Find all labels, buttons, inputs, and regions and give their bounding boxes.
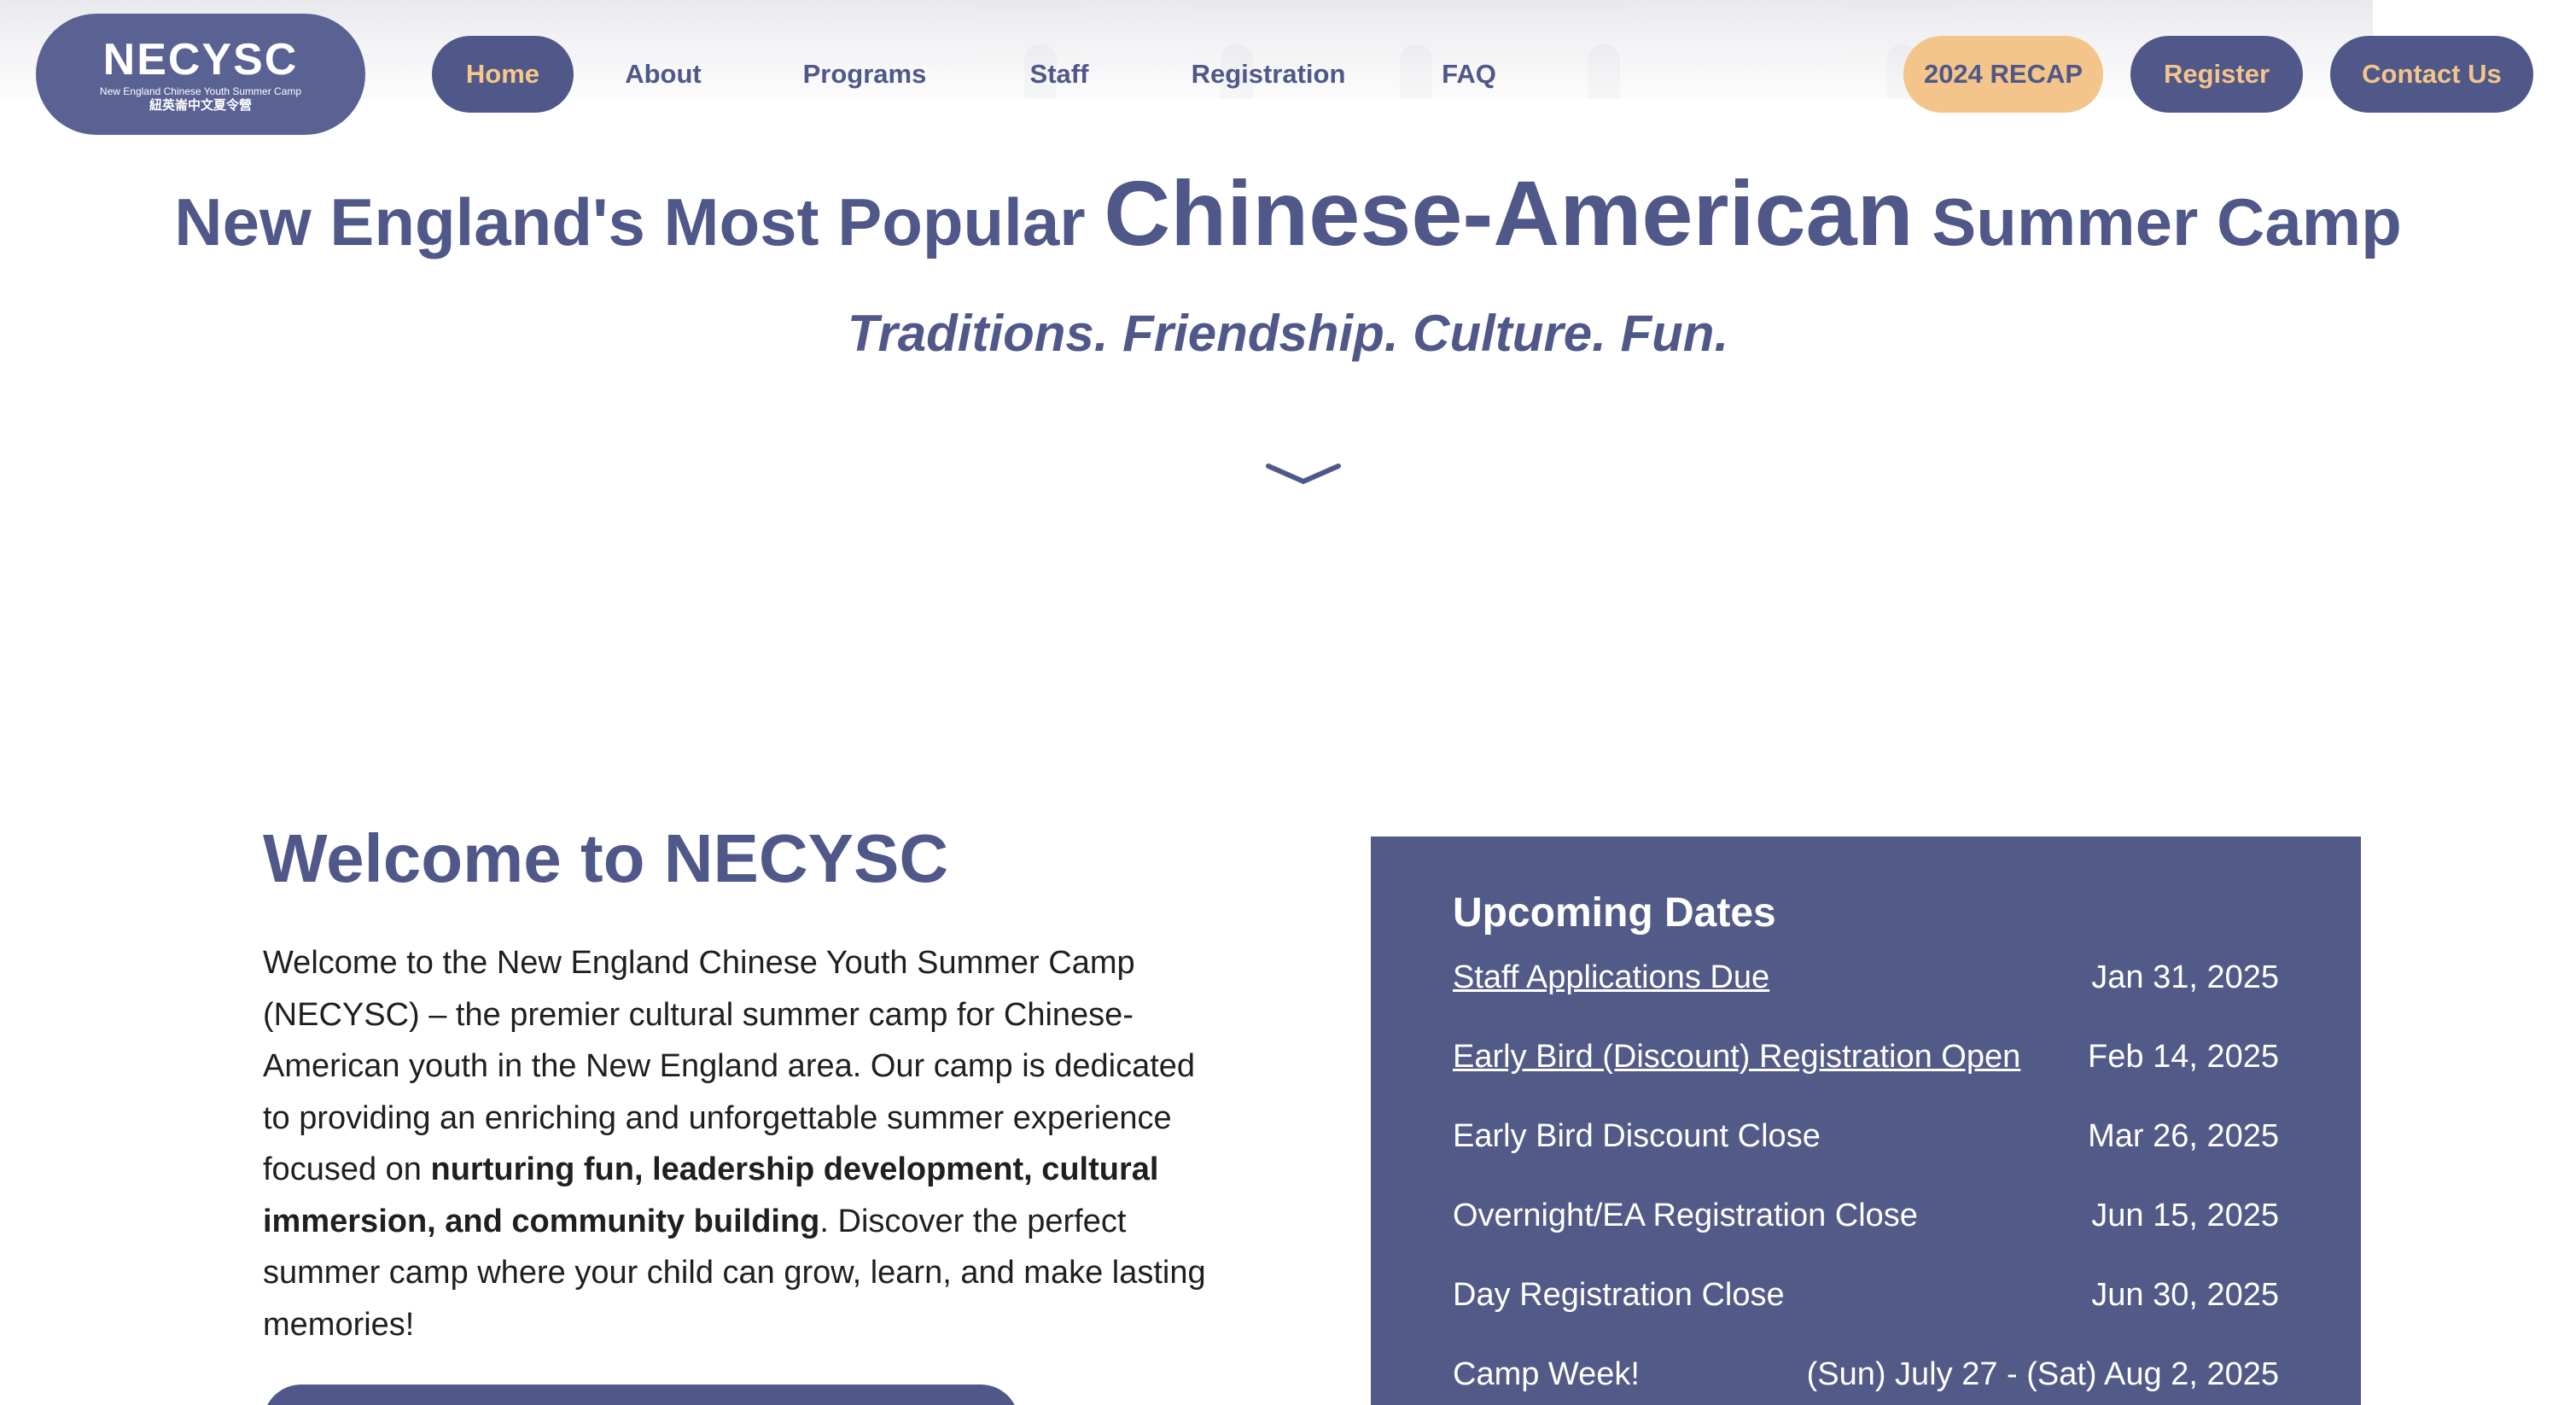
nav-staff[interactable]: Staff [1012,36,1106,113]
upcoming-dates-title: Upcoming Dates [1453,890,1776,936]
date-row: Day Registration Close Jun 30, 2025 [1453,1277,2279,1328]
welcome-title: Welcome to NECYSC [263,820,949,896]
date-row: Overnight/EA Registration Close Jun 15, … [1453,1198,2279,1249]
date-value: Mar 26, 2025 [2088,1118,2279,1154]
date-row: Camp Week! (Sun) July 27 - (Sat) Aug 2, … [1453,1356,2279,1405]
date-label-link[interactable]: Staff Applications Due [1453,959,1769,996]
date-value: Feb 14, 2025 [2088,1039,2279,1075]
date-value: (Sun) July 27 - (Sat) Aug 2, 2025 [1806,1356,2279,1392]
logo-chinese-name: 紐英崙中文夏令營 [149,98,252,113]
headline-post: Summer Camp [1913,184,2402,259]
contact-us-button[interactable]: Contact Us [2330,36,2533,113]
hero-headline: New England's Most Popular Chinese-Ameri… [0,145,2576,290]
logo-wordmark: NECYSC [102,35,299,85]
date-label: Day Registration Close [1453,1277,1785,1313]
site-logo[interactable]: NECYSC New England Chinese Youth Summer … [36,14,365,135]
recap-button[interactable]: 2024 RECAP [1903,36,2103,113]
upcoming-dates-panel: Upcoming Dates Staff Applications Due Ja… [1371,837,2361,1405]
logo-subtitle: New England Chinese Youth Summer Camp [99,85,302,97]
nav-about[interactable]: About [599,36,727,113]
date-row: Early Bird Discount Close Mar 26, 2025 [1453,1118,2279,1169]
date-row: Staff Applications Due Jan 31, 2025 [1453,959,2279,1011]
date-value: Jun 30, 2025 [2091,1277,2279,1313]
chevron-down-icon[interactable] [1265,458,1342,488]
headline-emphasis: Chinese-American [1104,161,1914,265]
date-label: Overnight/EA Registration Close [1453,1198,1918,1233]
welcome-cta-button[interactable] [263,1385,1019,1405]
nav-programs[interactable]: Programs [784,36,946,113]
date-label: Camp Week! [1453,1356,1640,1392]
date-label: Early Bird Discount Close [1453,1118,1821,1154]
welcome-paragraph: Welcome to the New England Chinese Youth… [263,937,1210,1350]
headline-pre: New England's Most Popular [174,184,1104,259]
nav-faq[interactable]: FAQ [1422,36,1516,113]
date-value: Jun 15, 2025 [2091,1198,2279,1233]
nav-home[interactable]: Home [432,36,574,113]
hero-tagline: Traditions. Friendship. Culture. Fun. [847,305,1729,362]
nav-registration[interactable]: Registration [1157,36,1379,113]
date-row: Early Bird (Discount) Registration Open … [1453,1039,2279,1090]
date-label-link[interactable]: Early Bird (Discount) Registration Open [1453,1039,2020,1076]
register-button[interactable]: Register [2130,36,2303,113]
date-value: Jan 31, 2025 [2091,959,2279,995]
